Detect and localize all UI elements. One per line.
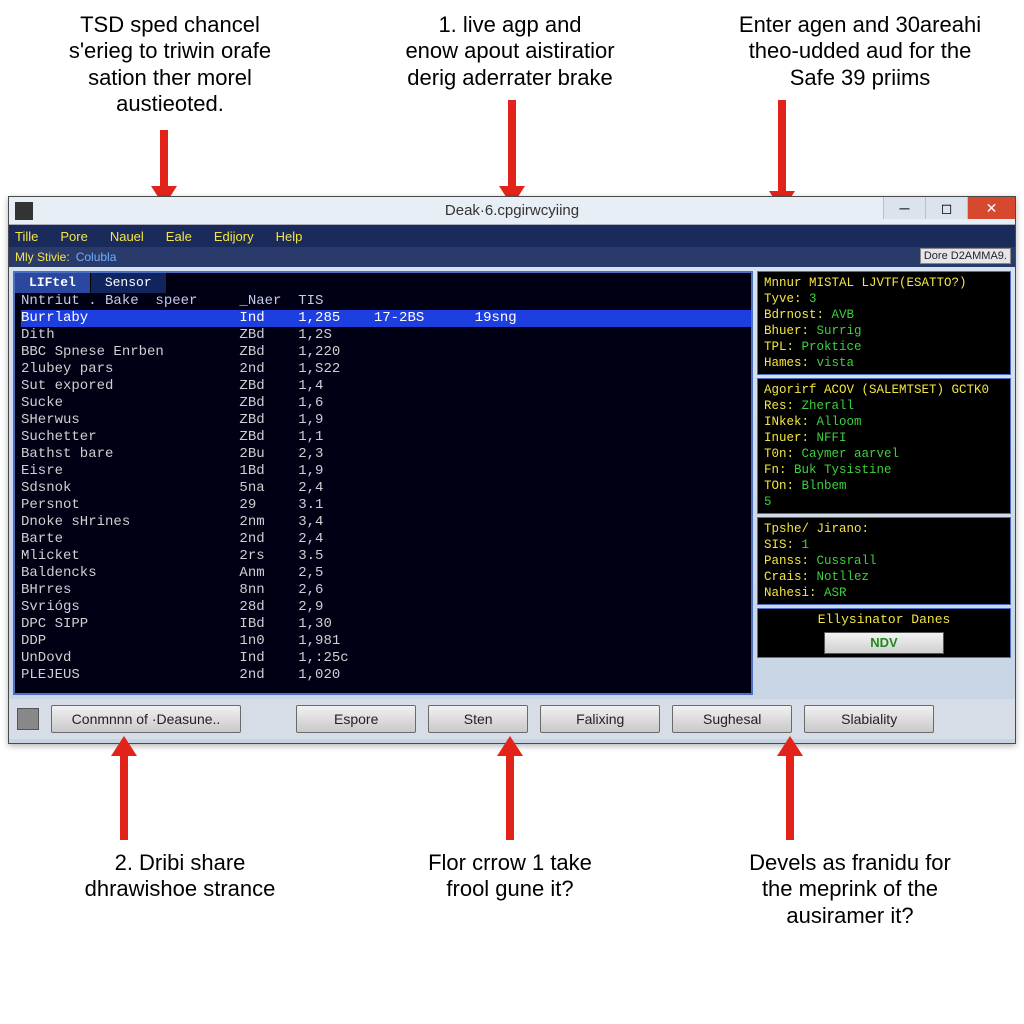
titlebar[interactable]: Deak·6.cpgirwcyiing ─ ◻ ✕ [9,197,1015,225]
box-kv-row: T0n: Caymer aarvel [764,446,1004,462]
box-kv-row: Inuer: NFFI [764,430,1004,446]
box-kv-row: Nahesi: ASR [764,585,1004,601]
table-row[interactable]: Dith ZBd 1,2S [21,327,751,344]
ndv-title: Ellysinator Danes [764,612,1004,628]
dore-value: D2AMMA9. [951,250,1007,262]
menu-pore[interactable]: Pore [60,229,87,244]
box-kv-row: Bhuer: Surrig [764,323,1004,339]
btn-sughesal[interactable]: Sughesal [672,705,792,733]
app-icon [15,202,33,220]
table-row[interactable]: BBC Spnese Enrben ZBd 1,220 [21,344,751,361]
table-row[interactable]: DPC SIPP IBd 1,30 [21,616,751,633]
box-kv-row: TPL: Proktice [764,339,1004,355]
table-row[interactable]: Sucke ZBd 1,6 [21,395,751,412]
info-box-3: Tpshe/ Jirano: SIS: 1 Panss: Cussrall Cr… [757,517,1011,605]
table-row[interactable]: DDP 1n0 1,981 [21,633,751,650]
annotation-top-left: TSD sped chancel s'erieg to triwin orafe… [20,12,320,118]
tab-sensor[interactable]: Sensor [91,273,167,293]
annotation-bot-center: Flor crrow 1 take frool gune it? [380,850,640,903]
minimize-button[interactable]: ─ [883,197,925,219]
status-bar: Mly Stivie: Colubla Dore D2AMMA9. [9,247,1015,267]
table-row[interactable]: Suchetter ZBd 1,1 [21,429,751,446]
box-kv-row: Bdrnost: AVB [764,307,1004,323]
btn-command-of-deasune[interactable]: Conmnnn of ·Deasune.. [51,705,241,733]
table-row[interactable]: BHrres 8nn 2,6 [21,582,751,599]
btn-sten[interactable]: Sten [428,705,528,733]
arrow-top-left-icon [160,130,168,190]
menu-tille[interactable]: Tille [15,229,38,244]
bottom-toolbar: Conmnnn of ·Deasune.. Espore Sten Falixi… [9,699,1015,739]
box-kv-row: Tyve: 3 [764,291,1004,307]
arrow-top-right-icon [778,100,786,195]
box-kv-row: Hames: vista [764,355,1004,371]
btn-espore[interactable]: Espore [296,705,416,733]
status-value: Colubla [76,250,117,264]
arrow-bot-right-icon [786,752,794,840]
box-extra: 5 [764,494,1004,510]
annotation-top-right: Enter agen and 30areahi theo-udded aud f… [700,12,1020,91]
table-row[interactable]: Sdsnok 5na 2,4 [21,480,751,497]
tab-liftel[interactable]: LIFtel [15,273,91,293]
close-button[interactable]: ✕ [967,197,1015,219]
table-row[interactable]: Baldencks Anm 2,5 [21,565,751,582]
maximize-button[interactable]: ◻ [925,197,967,219]
box-kv-row: Panss: Cussrall [764,553,1004,569]
table-row[interactable]: Burrlaby Ind 1,285 17-2BS 19sng [21,310,751,327]
menubar: Tille Pore Nauel Eale Edijory Help [9,225,1015,247]
info-box-2: Agorirf ACOV (SALEMTSET) GCTK0 Res: Zher… [757,378,1011,514]
menu-help[interactable]: Help [276,229,303,244]
info-box-1: Mnnur MISTAL LJVTF(ESATTO?) Tyve: 3 Bdrn… [757,271,1011,375]
table-row[interactable]: SHerwus ZBd 1,9 [21,412,751,429]
box-kv-row: Crais: Notllez [764,569,1004,585]
table-row[interactable]: UnDovd Ind 1,:25c [21,650,751,667]
table-row[interactable]: Persnot 29 3.1 [21,497,751,514]
app-window: Deak·6.cpgirwcyiing ─ ◻ ✕ Tille Pore Nau… [8,196,1016,744]
status-label: Mly Stivie: [15,250,70,264]
side-panel: Mnnur MISTAL LJVTF(ESATTO?) Tyve: 3 Bdrn… [757,271,1011,695]
arrow-bot-left-icon [120,752,128,840]
menu-edijory[interactable]: Edijory [214,229,254,244]
arrow-bot-center-icon [506,752,514,840]
table-row[interactable]: Svriógs 28d 2,9 [21,599,751,616]
box-title: Agorirf ACOV (SALEMTSET) GCTK0 [764,382,1004,398]
menu-eale[interactable]: Eale [166,229,192,244]
table-row[interactable]: Dnoke sHrines 2nm 3,4 [21,514,751,531]
ndv-button[interactable]: NDV [824,632,944,654]
list-rows[interactable]: Burrlaby Ind 1,285 17-2BS 19sng Dith ZBd… [15,310,751,684]
box-kv-row: Fn: Buk Tysistine [764,462,1004,478]
annotation-bot-left: 2. Dribi share dhrawishoe strance [50,850,310,903]
main-list-panel[interactable]: LIFtel Sensor Nntriut . Bake speer _Naer… [13,271,753,695]
box-title: Mnnur MISTAL LJVTF(ESATTO?) [764,275,1004,291]
dore-field[interactable]: Dore D2AMMA9. [920,248,1011,264]
table-row[interactable]: 2lubey pars 2nd 1,S22 [21,361,751,378]
window-title: Deak·6.cpgirwcyiing [9,202,1015,219]
btn-slabiality[interactable]: Slabiality [804,705,934,733]
arrow-top-center-icon [508,100,516,190]
box-kv-row: SIS: 1 [764,537,1004,553]
annotation-bot-right: Devels as franidu for the meprink of the… [700,850,1000,929]
box-kv-row: Res: Zherall [764,398,1004,414]
menu-nauel[interactable]: Nauel [110,229,144,244]
dore-label: Dore [924,250,948,262]
table-row[interactable]: Eisre 1Bd 1,9 [21,463,751,480]
box-title: Tpshe/ Jirano: [764,521,1004,537]
table-row[interactable]: Barte 2nd 2,4 [21,531,751,548]
table-row[interactable]: Bathst bare 2Bu 2,3 [21,446,751,463]
box-kv-row: TOn: Blnbem [764,478,1004,494]
ndv-box: Ellysinator Danes NDV [757,608,1011,658]
table-row[interactable]: PLEJEUS 2nd 1,020 [21,667,751,684]
table-row[interactable]: Sut expored ZBd 1,4 [21,378,751,395]
bottom-mini-icon[interactable] [17,708,39,730]
box-kv-row: INkek: Alloom [764,414,1004,430]
annotation-top-center: 1. live agp and enow apout aistiratior d… [350,12,670,91]
table-row[interactable]: Mlicket 2rs 3.5 [21,548,751,565]
list-header: Nntriut . Bake speer _Naer TIS [15,293,751,310]
btn-falixing[interactable]: Falixing [540,705,660,733]
